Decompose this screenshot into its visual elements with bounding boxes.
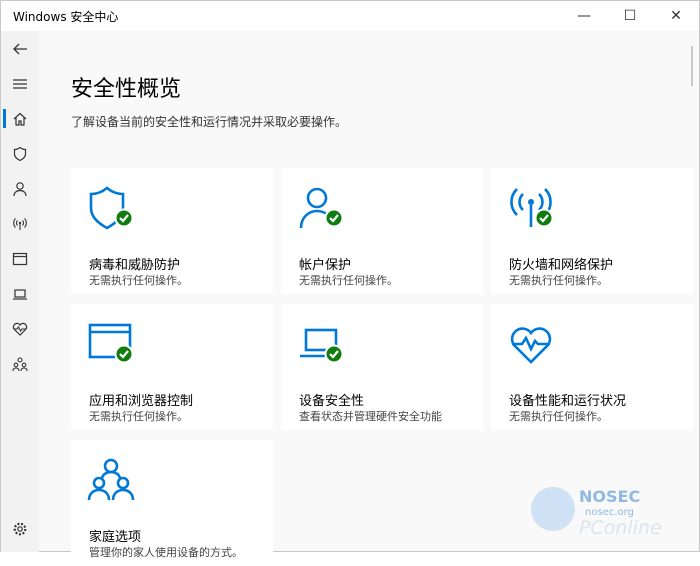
- card-firewall[interactable]: 防火墙和网络保护 无需执行任何操作。: [491, 168, 693, 294]
- card-status: 无需执行任何操作。: [89, 274, 188, 287]
- card-status: 查看状态并管理硬件安全功能: [299, 410, 442, 423]
- home-icon: [13, 112, 27, 126]
- menu-button[interactable]: [1, 66, 39, 101]
- watermark-logo-icon: [531, 487, 575, 531]
- title-bar: Windows 安全中心 — ☐ ✕: [1, 1, 699, 31]
- card-status: 无需执行任何操作。: [509, 274, 608, 287]
- sidebar-item-virus-protection[interactable]: [1, 136, 39, 171]
- browser-window-icon: [12, 252, 28, 265]
- settings-gear-icon: [13, 522, 27, 535]
- back-button[interactable]: [1, 31, 39, 66]
- wireless-icon: [13, 217, 27, 230]
- card-status: 无需执行任何操作。: [299, 274, 398, 287]
- scrollbar[interactable]: [691, 46, 693, 86]
- page-subtitle: 了解设备当前的安全性和运行情况并采取必要操作。: [71, 115, 348, 129]
- health-heart-icon: [510, 327, 552, 364]
- card-title: 防火墙和网络保护: [509, 258, 614, 273]
- virus-shield-icon: [89, 186, 134, 230]
- sidebar-item-family[interactable]: [1, 346, 39, 381]
- main-content: 安全性概览 了解设备当前的安全性和运行情况并采取必要操作。 病毒和威胁防护 无需…: [39, 31, 699, 566]
- sidebar-item-settings[interactable]: [1, 511, 39, 546]
- sidebar-item-device-security[interactable]: [1, 276, 39, 311]
- window-controls: — ☐ ✕: [561, 1, 699, 31]
- card-title: 病毒和威胁防护: [89, 258, 181, 273]
- page-title: 安全性概览: [71, 77, 182, 102]
- sidebar-item-app-browser[interactable]: [1, 241, 39, 276]
- shield-icon: [13, 146, 27, 161]
- app-browser-icon: [88, 323, 134, 364]
- device-laptop-icon: [300, 328, 344, 364]
- sidebar-item-device-health[interactable]: [1, 311, 39, 346]
- firewall-antenna-icon: [510, 188, 554, 228]
- card-title: 应用和浏览器控制: [89, 394, 194, 409]
- close-button[interactable]: ✕: [653, 1, 699, 31]
- card-app-browser[interactable]: 应用和浏览器控制 无需执行任何操作。: [71, 304, 273, 430]
- card-account-protection[interactable]: 帐户保护 无需执行任何操作。: [281, 168, 483, 294]
- watermark-name: NOSEC: [579, 487, 641, 506]
- app-window: Windows 安全中心 — ☐ ✕ 安全性概览 了解设备当前的安全性和运行情况…: [0, 0, 700, 566]
- maximize-button[interactable]: ☐: [607, 1, 653, 31]
- family-people-icon: [87, 458, 135, 501]
- card-virus-protection[interactable]: 病毒和威胁防护 无需执行任何操作。: [71, 168, 273, 294]
- health-heart-icon: [12, 322, 28, 336]
- card-status: 无需执行任何操作。: [89, 410, 188, 423]
- card-status: 无需执行任何操作。: [509, 410, 608, 423]
- card-title: 家庭选项: [89, 530, 142, 545]
- sidebar: [1, 31, 39, 552]
- laptop-icon: [13, 288, 27, 300]
- sidebar-item-account[interactable]: [1, 171, 39, 206]
- account-person-icon: [299, 187, 344, 229]
- watermark: NOSEC nosec.org PConline: [531, 483, 691, 545]
- card-device-security[interactable]: 设备安全性 查看状态并管理硬件安全功能: [281, 304, 483, 430]
- watermark-brand: PConline: [579, 517, 662, 539]
- card-title: 设备安全性: [299, 394, 365, 409]
- card-status: 管理你的家人使用设备的方式。: [89, 546, 243, 559]
- card-device-health[interactable]: 设备性能和运行状况 无需执行任何操作。: [491, 304, 693, 430]
- window-title: Windows 安全中心: [13, 9, 119, 24]
- account-icon: [13, 181, 27, 196]
- card-family-options[interactable]: 家庭选项 管理你的家人使用设备的方式。: [71, 440, 273, 566]
- card-title: 帐户保护: [299, 258, 352, 273]
- sidebar-item-firewall[interactable]: [1, 206, 39, 241]
- card-title: 设备性能和运行状况: [509, 394, 627, 409]
- menu-icon: [13, 78, 27, 89]
- minimize-button[interactable]: —: [561, 1, 607, 31]
- back-icon: [13, 43, 27, 54]
- family-icon: [12, 356, 28, 371]
- sidebar-item-home[interactable]: [1, 101, 39, 136]
